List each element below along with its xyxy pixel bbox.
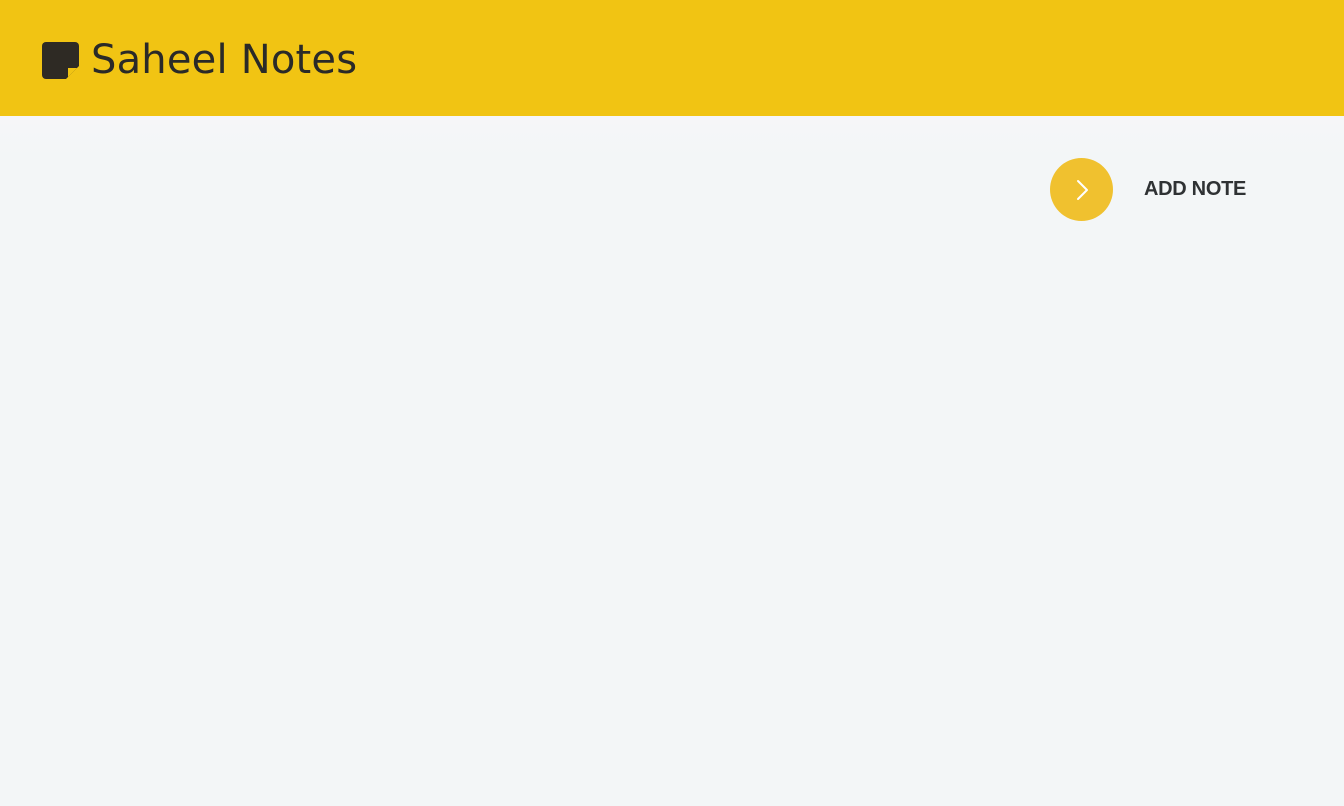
app-header: Saheel Notes (0, 0, 1344, 116)
add-note-button[interactable]: ADD NOTE (1050, 158, 1246, 221)
notes-area: ADD NOTE (0, 116, 1344, 806)
sticky-note-icon (42, 41, 79, 79)
add-note-label[interactable]: ADD NOTE (1144, 178, 1246, 201)
app-title: Saheel Notes (91, 37, 358, 83)
add-note-circle[interactable] (1050, 158, 1113, 221)
brand: Saheel Notes (42, 36, 357, 84)
chevron-right-icon (1076, 179, 1088, 200)
